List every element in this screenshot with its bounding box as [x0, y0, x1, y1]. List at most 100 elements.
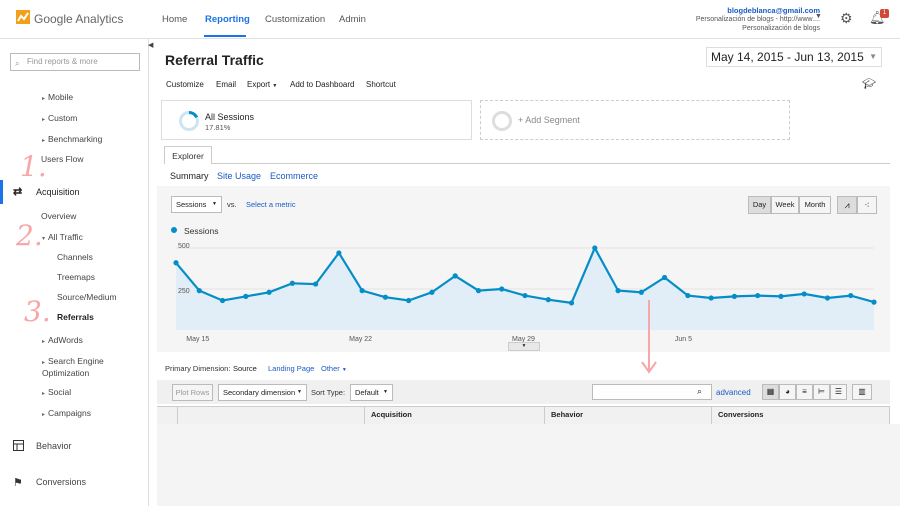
email-button[interactable]: Email [216, 80, 236, 89]
sidebar-item-channels[interactable]: Channels [57, 252, 93, 262]
data-point[interactable] [359, 288, 365, 294]
sidebar-item-all-traffic[interactable]: ▾ All Traffic [42, 232, 83, 242]
search-input[interactable]: ⌕ Find reports & more [10, 53, 140, 71]
data-point[interactable] [871, 299, 877, 305]
data-point[interactable] [243, 293, 249, 299]
chart-resize-handle[interactable]: ▼ [508, 342, 540, 351]
date-range-picker[interactable]: May 14, 2015 - Jun 13, 2015 ▼ [706, 47, 882, 67]
data-point[interactable] [499, 286, 505, 292]
segment-all-sessions[interactable]: All Sessions 17.81% [161, 100, 472, 140]
subtab-site-usage[interactable]: Site Usage [217, 171, 261, 181]
primary-dimension-label: Primary Dimension: [165, 364, 231, 373]
data-point[interactable] [313, 281, 319, 287]
dimension-other[interactable]: Other ▼ [321, 364, 347, 373]
nav-admin[interactable]: Admin [339, 14, 366, 25]
sidebar-item-acquisition[interactable]: Acquisition [36, 187, 80, 197]
data-point[interactable] [336, 250, 342, 256]
data-point[interactable] [219, 297, 226, 304]
data-point[interactable] [662, 274, 668, 281]
data-point[interactable] [266, 289, 272, 295]
secondary-dimension-dropdown[interactable]: Secondary dimension ▼ [218, 384, 307, 401]
sort-type-dropdown[interactable]: Default ▼ [350, 384, 393, 401]
data-point[interactable] [196, 288, 202, 294]
nav-customization[interactable]: Customization [265, 14, 325, 25]
pie-view-icon[interactable]: ◕ [779, 384, 796, 400]
data-point[interactable] [173, 260, 179, 266]
data-point[interactable] [475, 288, 482, 294]
data-point[interactable] [568, 300, 575, 306]
data-point[interactable] [731, 293, 738, 299]
dimension-source[interactable]: Source [233, 364, 257, 373]
comparison-view-icon[interactable]: ⊨ [813, 384, 830, 400]
data-point[interactable] [615, 288, 621, 294]
sort-type-label: Sort Type: [311, 388, 346, 397]
sidebar-item-treemaps[interactable]: Treemaps [57, 272, 95, 282]
data-point[interactable] [452, 273, 458, 279]
bottom-background [157, 424, 900, 506]
advanced-link[interactable]: advanced [716, 388, 751, 397]
add-segment-label: + Add Segment [518, 115, 580, 125]
metric-selector[interactable]: Sessions ▼ [171, 196, 222, 213]
data-point[interactable] [522, 292, 528, 299]
data-point[interactable] [778, 293, 784, 299]
sidebar-item-users-flow[interactable]: Users Flow [41, 154, 84, 164]
customize-button[interactable]: Customize [166, 80, 204, 89]
data-point[interactable] [755, 292, 761, 299]
sidebar-item-overview[interactable]: Overview [41, 211, 76, 221]
data-point[interactable] [406, 297, 412, 304]
sidebar-item-conversions[interactable]: Conversions [36, 477, 86, 487]
term-cloud-view-icon[interactable]: ☰ [830, 384, 847, 400]
sidebar-item-seo[interactable]: ▸ Search Engine Optimization [42, 356, 132, 378]
add-segment-button[interactable]: + Add Segment [480, 100, 790, 140]
data-point[interactable] [545, 297, 551, 303]
sidebar-item-mobile[interactable]: ▸ Mobile [42, 92, 73, 102]
data-point[interactable] [848, 292, 854, 299]
gear-icon[interactable]: ⚙ [840, 10, 853, 27]
expand-arrow-icon: ▸ [42, 339, 46, 345]
line-chart-icon[interactable]: ⩘ [837, 196, 857, 214]
subtab-summary[interactable]: Summary [170, 171, 209, 181]
data-point[interactable] [801, 291, 807, 297]
nav-reporting[interactable]: Reporting [205, 14, 250, 25]
sidebar-item-adwords[interactable]: ▸ AdWords [42, 335, 83, 345]
table-search-input[interactable]: ⌕ [592, 384, 712, 400]
sidebar-item-custom[interactable]: ▸ Custom [42, 113, 77, 123]
data-point[interactable] [382, 294, 388, 300]
data-point[interactable] [708, 295, 714, 301]
performance-view-icon[interactable]: ≡ [796, 384, 813, 400]
data-point[interactable] [685, 292, 691, 299]
dimension-landing-page[interactable]: Landing Page [268, 364, 314, 373]
data-point[interactable] [638, 289, 644, 295]
tab-divider [164, 163, 890, 164]
day-button[interactable]: Day [748, 196, 771, 214]
plot-rows-button[interactable]: Plot Rows [172, 384, 213, 401]
sidebar-item-benchmarking[interactable]: ▸ Benchmarking [42, 134, 102, 144]
sidebar-item-behavior[interactable]: Behavior [36, 441, 72, 451]
sidebar-item-source-medium[interactable]: Source/Medium [57, 292, 117, 302]
top-bar: Google Analytics Home Reporting Customiz… [0, 0, 900, 39]
sidebar-item-referrals[interactable]: Referrals [57, 312, 94, 322]
week-button[interactable]: Week [771, 196, 799, 214]
sidebar-item-social[interactable]: ▸ Social [42, 387, 71, 397]
table-view-icon[interactable]: ▦ [762, 384, 779, 400]
month-button[interactable]: Month [799, 196, 831, 214]
data-point[interactable] [824, 295, 831, 301]
pivot-view-icon[interactable]: ▥ [852, 384, 872, 400]
data-point[interactable] [592, 245, 598, 251]
graduation-cap-icon[interactable]: 🎓︎ [862, 77, 876, 90]
nav-home[interactable]: Home [162, 14, 187, 25]
add-to-dashboard-button[interactable]: Add to Dashboard [290, 80, 355, 89]
export-button[interactable]: Export ▼ [247, 80, 277, 89]
tab-explorer[interactable]: Explorer [164, 146, 212, 164]
collapse-sidebar-icon[interactable]: ◀ [148, 41, 156, 55]
data-point[interactable] [289, 280, 295, 286]
subtab-ecommerce[interactable]: Ecommerce [270, 171, 318, 181]
shortcut-button[interactable]: Shortcut [366, 80, 396, 89]
data-point[interactable] [429, 289, 435, 295]
motion-chart-icon[interactable]: ⁖ [857, 196, 877, 214]
account-dropdown-icon[interactable]: ▼ [815, 13, 822, 20]
account-selector[interactable]: blogdeblanca@gmail.com Personalización d… [696, 6, 820, 33]
sidebar-item-campaigns[interactable]: ▸ Campaigns [42, 408, 91, 418]
chevron-down-icon: ▼ [869, 52, 877, 61]
select-metric-link[interactable]: Select a metric [246, 200, 296, 209]
